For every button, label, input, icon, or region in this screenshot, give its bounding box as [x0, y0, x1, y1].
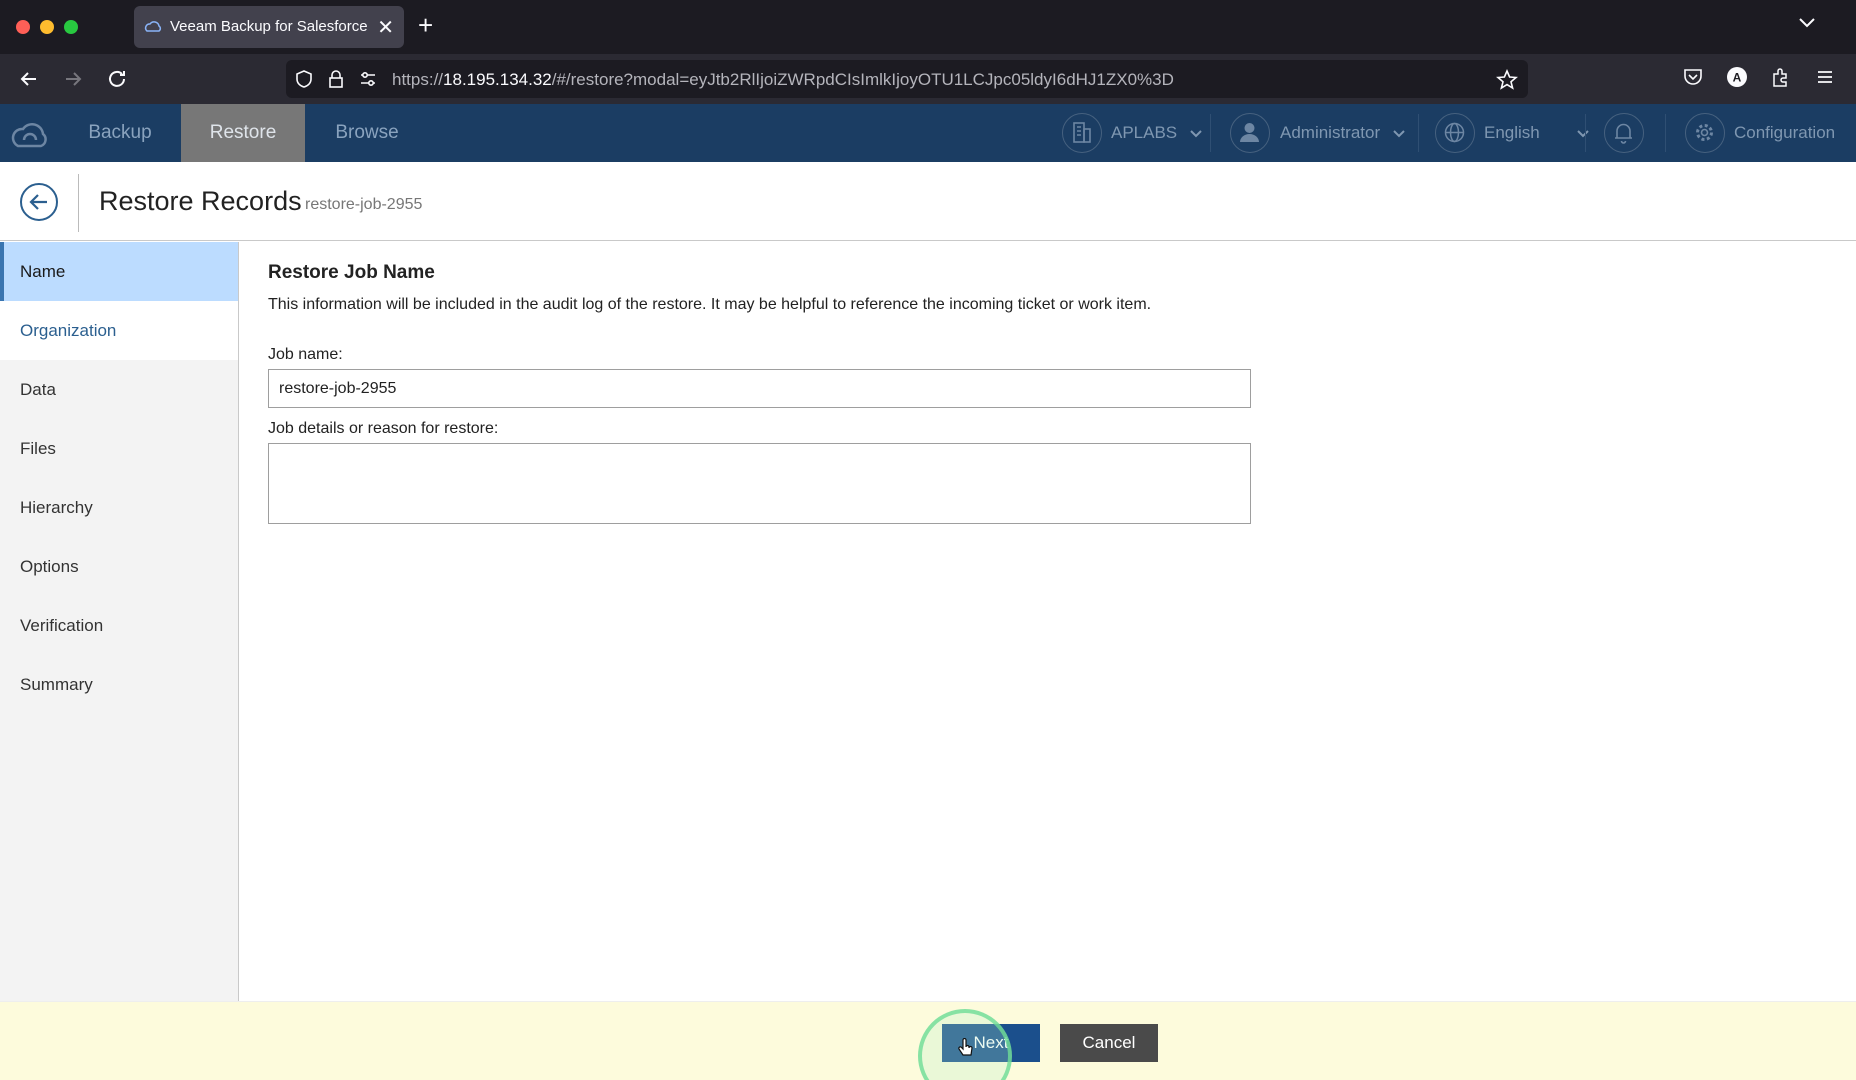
user-name: Administrator: [1280, 123, 1381, 142]
user-selector[interactable]: Administrator: [1280, 113, 1405, 153]
job-details-textarea[interactable]: [268, 443, 1251, 524]
url-path: /#/restore?modal=eyJtb2RlIjoiZWRpdCIsIml…: [551, 70, 1174, 89]
wizard-footer: Next Cancel: [0, 1001, 1856, 1080]
step-verification[interactable]: Verification: [0, 596, 238, 655]
globe-icon[interactable]: [1435, 113, 1475, 153]
title-divider: [78, 174, 79, 232]
back-arrow-icon[interactable]: [16, 66, 42, 92]
step-organization[interactable]: Organization: [0, 301, 238, 360]
nav-browse[interactable]: Browse: [316, 104, 418, 162]
browser-tab-bar: Veeam Backup for Salesforce ✕ +: [0, 0, 1856, 54]
app-header: Backup Restore Browse APLABS Administrat…: [0, 104, 1856, 162]
step-options[interactable]: Options: [0, 537, 238, 596]
header-divider: [1585, 114, 1586, 152]
browser-nav-bar: https://18.195.134.32/#/restore?modal=ey…: [0, 54, 1856, 104]
extensions-icon[interactable]: [1770, 66, 1796, 92]
org-selector[interactable]: APLABS: [1111, 113, 1202, 153]
hand-cursor-icon: [958, 1037, 974, 1063]
chevron-down-icon: [1190, 130, 1202, 138]
url-prefix: https://: [392, 70, 444, 89]
permissions-icon[interactable]: [358, 69, 378, 94]
job-details-label: Job details or reason for restore:: [268, 420, 499, 437]
tab-close-icon[interactable]: ✕: [377, 15, 394, 40]
bookmark-star-icon[interactable]: [1496, 68, 1518, 96]
menu-icon[interactable]: [1814, 66, 1840, 92]
step-summary[interactable]: Summary: [0, 655, 238, 714]
new-tab-button[interactable]: +: [418, 12, 433, 38]
section-title: Restore Job Name: [268, 262, 435, 283]
cancel-button[interactable]: Cancel: [1060, 1024, 1158, 1062]
url-text[interactable]: https://18.195.134.32/#/restore?modal=ey…: [392, 70, 1174, 90]
page-title: Restore Records: [99, 186, 302, 216]
reload-icon[interactable]: [104, 66, 130, 92]
tab-title: Veeam Backup for Salesforce: [170, 18, 368, 35]
job-name-label: Job name:: [268, 346, 343, 363]
nav-backup[interactable]: Backup: [70, 104, 170, 162]
veeam-cloud-logo-icon[interactable]: [10, 114, 50, 159]
nav-restore[interactable]: Restore: [181, 104, 305, 162]
url-bar[interactable]: https://18.195.134.32/#/restore?modal=ey…: [286, 60, 1528, 98]
header-divider: [1418, 114, 1419, 152]
step-files[interactable]: Files: [0, 419, 238, 478]
chevron-down-icon: [1576, 130, 1589, 138]
close-window-button[interactable]: [16, 20, 30, 34]
header-divider: [1210, 114, 1211, 152]
wizard-title-bar: Restore Records restore-job-2955: [0, 162, 1856, 241]
step-hierarchy[interactable]: Hierarchy: [0, 478, 238, 537]
chevron-down-icon[interactable]: [1798, 16, 1816, 35]
section-description: This information will be included in the…: [268, 296, 1152, 313]
shield-icon[interactable]: [294, 69, 314, 94]
forward-arrow-icon[interactable]: [60, 66, 86, 92]
minimize-window-button[interactable]: [40, 20, 54, 34]
user-avatar-icon[interactable]: [1230, 113, 1270, 153]
cloud-icon: [144, 18, 162, 40]
job-name-input[interactable]: [268, 369, 1251, 408]
back-arrow-icon[interactable]: [20, 183, 58, 221]
step-data[interactable]: Data: [0, 360, 238, 419]
step-name[interactable]: Name: [0, 242, 238, 301]
chevron-down-icon: [1393, 130, 1405, 138]
language-name: English: [1484, 123, 1540, 142]
restore-wizard: Restore Records restore-job-2955 Name Or…: [0, 162, 1856, 1080]
account-icon[interactable]: A: [1726, 66, 1752, 92]
gear-icon[interactable]: [1685, 113, 1725, 153]
maximize-window-button[interactable]: [64, 20, 78, 34]
wizard-steps-sidebar: Name Organization Data Files Hierarchy O…: [0, 242, 239, 1080]
pocket-icon[interactable]: [1682, 66, 1708, 92]
browser-tab[interactable]: Veeam Backup for Salesforce ✕: [134, 6, 404, 48]
page-subtitle: restore-job-2955: [305, 196, 423, 213]
organization-icon[interactable]: [1062, 113, 1102, 153]
language-selector[interactable]: English: [1484, 113, 1589, 153]
bell-icon[interactable]: [1604, 113, 1644, 153]
svg-text:A: A: [1733, 71, 1742, 85]
org-name: APLABS: [1111, 123, 1178, 142]
configuration-link[interactable]: Configuration: [1734, 113, 1835, 153]
lock-warning-icon[interactable]: [326, 69, 346, 94]
url-host: 18.195.134.32: [443, 70, 552, 89]
header-divider: [1665, 114, 1666, 152]
